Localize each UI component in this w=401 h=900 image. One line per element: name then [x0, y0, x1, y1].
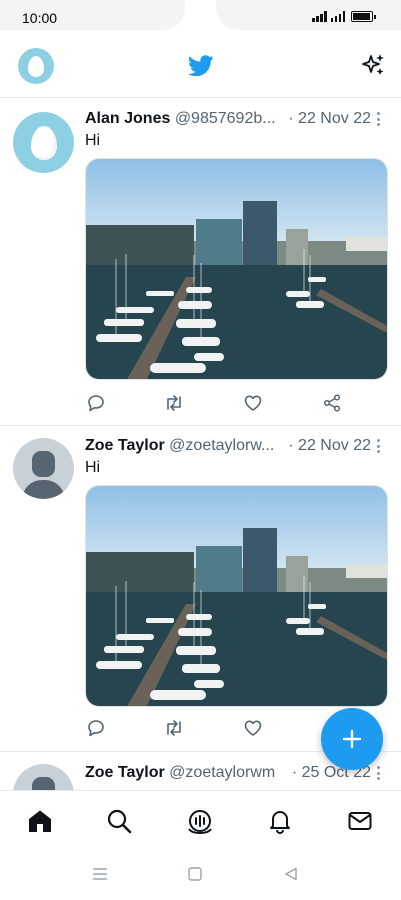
reply-icon[interactable]	[84, 391, 108, 415]
tweet-header: Alan Jones @9857692b... · 22 Nov 22	[85, 109, 371, 129]
compose-tweet-button[interactable]	[321, 708, 383, 770]
more-options-icon[interactable]	[377, 766, 381, 783]
tweet-actions	[85, 391, 388, 415]
tweet-time: · 22 Nov 22	[282, 436, 371, 456]
author-name[interactable]: Zoe Taylor	[85, 437, 165, 454]
tweet-text: Hi	[85, 459, 101, 476]
twitter-bird-icon[interactable]	[188, 55, 214, 77]
signal-icon	[330, 11, 345, 22]
retweet-icon[interactable]	[162, 391, 186, 415]
egg-avatar-icon	[28, 55, 44, 77]
author-avatar[interactable]	[13, 112, 74, 173]
like-icon[interactable]	[241, 391, 265, 415]
tweet-header: Zoe Taylor @zoetaylorwm · 25 Oct 22	[85, 763, 371, 783]
more-options-icon[interactable]	[377, 439, 381, 456]
default-person-icon	[32, 451, 55, 477]
signal-icon	[312, 11, 327, 22]
reply-icon[interactable]	[84, 716, 108, 740]
like-icon[interactable]	[241, 716, 265, 740]
author-handle[interactable]: @zoetaylorw...	[169, 437, 274, 454]
author-handle[interactable]: @9857692b...	[175, 110, 276, 127]
author-name[interactable]: Alan Jones	[85, 110, 170, 127]
retweet-icon[interactable]	[162, 716, 186, 740]
sparkle-icon[interactable]	[361, 52, 387, 78]
menu-icon[interactable]	[92, 867, 108, 881]
share-icon[interactable]	[320, 391, 344, 415]
author-avatar[interactable]	[13, 764, 74, 790]
messages-icon[interactable]	[346, 807, 374, 835]
default-person-icon	[32, 777, 55, 790]
spaces-icon[interactable]	[186, 807, 214, 835]
system-navigation-bar	[0, 850, 401, 900]
egg-avatar-icon	[30, 125, 57, 160]
tweet-media-image[interactable]	[85, 158, 388, 380]
author-name[interactable]: Zoe Taylor	[85, 764, 165, 781]
bottom-navigation	[0, 790, 401, 850]
more-options-icon[interactable]	[377, 112, 381, 129]
tweet-header: Zoe Taylor @zoetaylorw... · 22 Nov 22	[85, 436, 371, 456]
search-icon[interactable]	[105, 807, 133, 835]
status-icons	[312, 11, 376, 22]
notifications-icon[interactable]	[266, 807, 294, 835]
tweet-card[interactable]: Zoe Taylor @zoetaylorw... · 22 Nov 22 Hi	[0, 426, 401, 752]
author-handle[interactable]: @zoetaylorwm	[169, 764, 275, 781]
author-avatar[interactable]	[13, 438, 74, 499]
back-icon[interactable]	[284, 867, 298, 881]
battery-icon	[351, 11, 376, 22]
status-time: 10:00	[22, 10, 58, 26]
home-square-icon[interactable]	[188, 867, 202, 881]
plus-icon	[342, 729, 362, 749]
profile-avatar-button[interactable]	[18, 48, 54, 84]
top-app-bar	[0, 36, 401, 98]
tweet-time: · 22 Nov 22	[282, 109, 371, 129]
tweet-media-image[interactable]	[85, 485, 388, 707]
home-icon[interactable]	[26, 807, 54, 835]
status-bar: 10:00	[0, 0, 401, 36]
tweet-text: Hi	[85, 132, 101, 149]
tweet-card[interactable]: Alan Jones @9857692b... · 22 Nov 22 Hi	[0, 99, 401, 426]
